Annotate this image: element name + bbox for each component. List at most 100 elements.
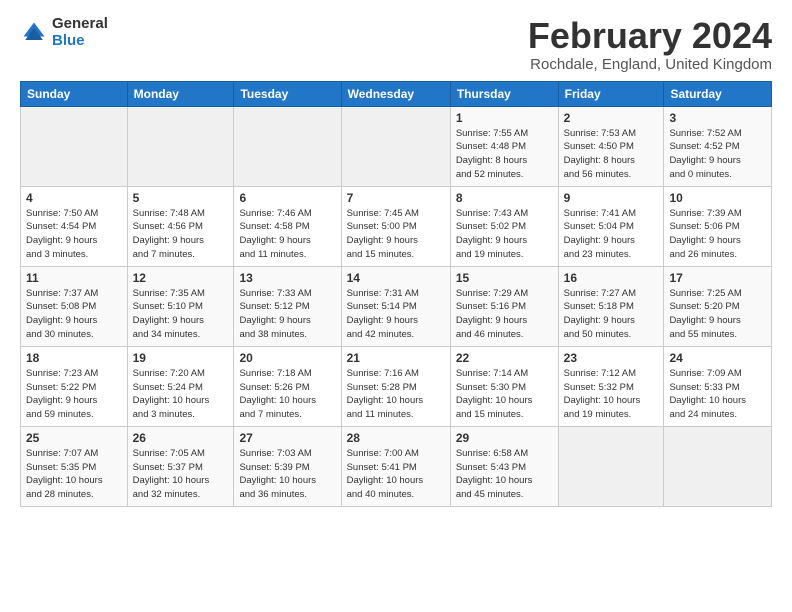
calendar-cell: 11 Sunrise: 7:37 AM Sunset: 5:08 PM Dayli…: [21, 266, 128, 346]
calendar-cell: 27 Sunrise: 7:03 AM Sunset: 5:39 PM Dayli…: [234, 426, 341, 506]
day-number: 19: [133, 351, 229, 365]
day-info: Sunrise: 7:37 AM Sunset: 5:08 PM Dayligh…: [26, 287, 122, 342]
calendar-cell: 2 Sunrise: 7:53 AM Sunset: 4:50 PM Daylig…: [558, 106, 664, 186]
month-title: February 2024: [528, 16, 772, 56]
day-info: Sunrise: 7:00 AM Sunset: 5:41 PM Dayligh…: [347, 447, 445, 502]
day-number: 21: [347, 351, 445, 365]
calendar-week-2: 4 Sunrise: 7:50 AM Sunset: 4:54 PM Daylig…: [21, 186, 772, 266]
calendar-header-monday: Monday: [127, 81, 234, 106]
day-info: Sunrise: 7:03 AM Sunset: 5:39 PM Dayligh…: [239, 447, 335, 502]
calendar-cell: [21, 106, 128, 186]
calendar-cell: 9Sunrise: 7:41 AM Sunset: 5:04 PM Daylig…: [558, 186, 664, 266]
calendar-cell: 7 Sunrise: 7:45 AM Sunset: 5:00 PM Daylig…: [341, 186, 450, 266]
day-number: 9: [564, 191, 659, 205]
day-number: 8: [456, 191, 553, 205]
calendar-cell: 23Sunrise: 7:12 AM Sunset: 5:32 PM Dayli…: [558, 346, 664, 426]
calendar-cell: 21 Sunrise: 7:16 AM Sunset: 5:28 PM Dayli…: [341, 346, 450, 426]
day-info: Sunrise: 7:50 AM Sunset: 4:54 PM Dayligh…: [26, 207, 122, 262]
calendar-cell: [664, 426, 772, 506]
calendar-cell: [558, 426, 664, 506]
day-number: 11: [26, 271, 122, 285]
calendar-cell: 18 Sunrise: 7:23 AM Sunset: 5:22 PM Dayli…: [21, 346, 128, 426]
calendar-cell: 16Sunrise: 7:27 AM Sunset: 5:18 PM Dayli…: [558, 266, 664, 346]
calendar-cell: 20 Sunrise: 7:18 AM Sunset: 5:26 PM Dayli…: [234, 346, 341, 426]
calendar-cell: 17 Sunrise: 7:25 AM Sunset: 5:20 PM Dayli…: [664, 266, 772, 346]
logo: General Blue: [20, 16, 108, 49]
day-info: Sunrise: 7:05 AM Sunset: 5:37 PM Dayligh…: [133, 447, 229, 502]
day-info: Sunrise: 7:18 AM Sunset: 5:26 PM Dayligh…: [239, 367, 335, 422]
calendar-cell: 4 Sunrise: 7:50 AM Sunset: 4:54 PM Daylig…: [21, 186, 128, 266]
title-area: February 2024 Rochdale, England, United …: [528, 16, 772, 73]
day-number: 18: [26, 351, 122, 365]
calendar-week-1: 1 Sunrise: 7:55 AM Sunset: 4:48 PM Daylig…: [21, 106, 772, 186]
day-info: Sunrise: 7:20 AM Sunset: 5:24 PM Dayligh…: [133, 367, 229, 422]
day-number: 4: [26, 191, 122, 205]
day-number: 5: [133, 191, 229, 205]
calendar-cell: 25 Sunrise: 7:07 AM Sunset: 5:35 PM Dayli…: [21, 426, 128, 506]
day-number: 17: [669, 271, 766, 285]
day-info: Sunrise: 7:43 AM Sunset: 5:02 PM Dayligh…: [456, 207, 553, 262]
day-info: Sunrise: 7:33 AM Sunset: 5:12 PM Dayligh…: [239, 287, 335, 342]
day-number: 22: [456, 351, 553, 365]
calendar-cell: 29 Sunrise: 6:58 AM Sunset: 5:43 PM Dayli…: [450, 426, 558, 506]
calendar-header-friday: Friday: [558, 81, 664, 106]
day-number: 25: [26, 431, 122, 445]
day-info: Sunrise: 7:31 AM Sunset: 5:14 PM Dayligh…: [347, 287, 445, 342]
calendar-cell: 22 Sunrise: 7:14 AM Sunset: 5:30 PM Dayli…: [450, 346, 558, 426]
calendar-cell: [234, 106, 341, 186]
day-number: 1: [456, 111, 553, 125]
logo-general: General: [52, 16, 108, 33]
calendar-cell: 10 Sunrise: 7:39 AM Sunset: 5:06 PM Dayli…: [664, 186, 772, 266]
day-info: Sunrise: 7:07 AM Sunset: 5:35 PM Dayligh…: [26, 447, 122, 502]
calendar-header-thursday: Thursday: [450, 81, 558, 106]
day-info: Sunrise: 7:25 AM Sunset: 5:20 PM Dayligh…: [669, 287, 766, 342]
calendar-header-tuesday: Tuesday: [234, 81, 341, 106]
calendar-cell: 19 Sunrise: 7:20 AM Sunset: 5:24 PM Dayli…: [127, 346, 234, 426]
calendar-cell: 26Sunrise: 7:05 AM Sunset: 5:37 PM Dayli…: [127, 426, 234, 506]
calendar-header-row: SundayMondayTuesdayWednesdayThursdayFrid…: [21, 81, 772, 106]
day-number: 27: [239, 431, 335, 445]
day-info: Sunrise: 7:23 AM Sunset: 5:22 PM Dayligh…: [26, 367, 122, 422]
day-info: Sunrise: 7:09 AM Sunset: 5:33 PM Dayligh…: [669, 367, 766, 422]
calendar-cell: 3Sunrise: 7:52 AM Sunset: 4:52 PM Daylig…: [664, 106, 772, 186]
calendar-cell: 15Sunrise: 7:29 AM Sunset: 5:16 PM Dayli…: [450, 266, 558, 346]
day-number: 24: [669, 351, 766, 365]
day-info: Sunrise: 7:45 AM Sunset: 5:00 PM Dayligh…: [347, 207, 445, 262]
day-number: 2: [564, 111, 659, 125]
calendar-cell: 6Sunrise: 7:46 AM Sunset: 4:58 PM Daylig…: [234, 186, 341, 266]
day-number: 20: [239, 351, 335, 365]
calendar-cell: 13 Sunrise: 7:33 AM Sunset: 5:12 PM Dayli…: [234, 266, 341, 346]
day-number: 29: [456, 431, 553, 445]
day-info: Sunrise: 7:48 AM Sunset: 4:56 PM Dayligh…: [133, 207, 229, 262]
calendar-table: SundayMondayTuesdayWednesdayThursdayFrid…: [20, 81, 772, 507]
day-number: 28: [347, 431, 445, 445]
calendar-week-3: 11 Sunrise: 7:37 AM Sunset: 5:08 PM Dayli…: [21, 266, 772, 346]
day-info: Sunrise: 7:29 AM Sunset: 5:16 PM Dayligh…: [456, 287, 553, 342]
day-info: Sunrise: 7:16 AM Sunset: 5:28 PM Dayligh…: [347, 367, 445, 422]
logo-icon: [20, 19, 48, 47]
day-info: Sunrise: 6:58 AM Sunset: 5:43 PM Dayligh…: [456, 447, 553, 502]
day-info: Sunrise: 7:55 AM Sunset: 4:48 PM Dayligh…: [456, 127, 553, 182]
day-info: Sunrise: 7:46 AM Sunset: 4:58 PM Dayligh…: [239, 207, 335, 262]
day-number: 23: [564, 351, 659, 365]
day-info: Sunrise: 7:35 AM Sunset: 5:10 PM Dayligh…: [133, 287, 229, 342]
calendar-cell: 12Sunrise: 7:35 AM Sunset: 5:10 PM Dayli…: [127, 266, 234, 346]
calendar-cell: 28 Sunrise: 7:00 AM Sunset: 5:41 PM Dayli…: [341, 426, 450, 506]
calendar-week-5: 25 Sunrise: 7:07 AM Sunset: 5:35 PM Dayli…: [21, 426, 772, 506]
calendar-header-wednesday: Wednesday: [341, 81, 450, 106]
day-info: Sunrise: 7:53 AM Sunset: 4:50 PM Dayligh…: [564, 127, 659, 182]
day-info: Sunrise: 7:27 AM Sunset: 5:18 PM Dayligh…: [564, 287, 659, 342]
page-header: General Blue February 2024 Rochdale, Eng…: [20, 16, 772, 73]
day-number: 10: [669, 191, 766, 205]
logo-blue: Blue: [52, 33, 108, 50]
calendar-cell: 24 Sunrise: 7:09 AM Sunset: 5:33 PM Dayli…: [664, 346, 772, 426]
day-number: 14: [347, 271, 445, 285]
logo-text: General Blue: [52, 16, 108, 49]
calendar-header-sunday: Sunday: [21, 81, 128, 106]
day-number: 7: [347, 191, 445, 205]
calendar-week-4: 18 Sunrise: 7:23 AM Sunset: 5:22 PM Dayli…: [21, 346, 772, 426]
day-info: Sunrise: 7:14 AM Sunset: 5:30 PM Dayligh…: [456, 367, 553, 422]
calendar-cell: 1 Sunrise: 7:55 AM Sunset: 4:48 PM Daylig…: [450, 106, 558, 186]
day-info: Sunrise: 7:39 AM Sunset: 5:06 PM Dayligh…: [669, 207, 766, 262]
day-number: 13: [239, 271, 335, 285]
